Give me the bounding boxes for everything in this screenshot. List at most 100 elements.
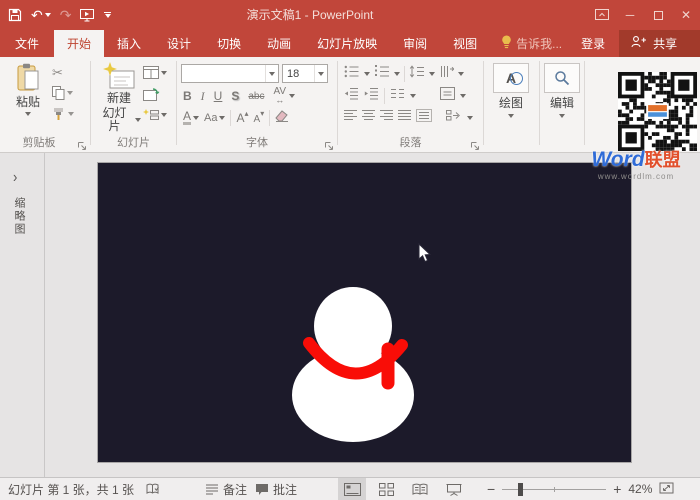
paste-dropdown-icon[interactable] <box>25 112 31 116</box>
font-color-button[interactable]: A <box>183 111 199 125</box>
zoom-slider-handle[interactable] <box>518 483 523 496</box>
paragraph-dialog-launcher[interactable] <box>470 138 480 148</box>
drawing-icon: A <box>493 63 529 93</box>
bullets-button[interactable] <box>344 65 360 83</box>
clipboard-group-label: 剪贴板 <box>0 134 78 150</box>
sign-in-button[interactable]: 登录 <box>571 30 615 57</box>
editing-group-button[interactable]: 编辑 <box>544 63 580 118</box>
tell-me-box[interactable]: 告诉我... <box>492 30 571 57</box>
italic-button[interactable]: I <box>201 89 205 104</box>
zoom-slider[interactable] <box>502 489 606 490</box>
thumbnails-pane-label[interactable]: 缩略图 <box>11 197 27 236</box>
status-bar: 幻灯片 第 1 张，共 1 张 备注 批注 <box>0 477 700 500</box>
spellcheck-button[interactable] <box>146 478 161 500</box>
change-case-button[interactable]: Aa <box>204 112 225 124</box>
undo-dropdown-icon[interactable] <box>45 13 51 17</box>
line-spacing-button[interactable] <box>409 65 425 83</box>
cut-button[interactable]: ✂ <box>52 65 63 81</box>
reading-view-button[interactable] <box>406 478 434 500</box>
undo-icon: ↶ <box>31 8 43 22</box>
ribbon-display-options-button[interactable] <box>588 0 616 30</box>
tab-animations[interactable]: 动画 <box>254 30 304 57</box>
distribute-button[interactable] <box>416 109 432 127</box>
zoom-in-button[interactable]: + <box>613 481 621 497</box>
pane-divider[interactable] <box>44 153 45 477</box>
normal-view-button[interactable] <box>338 478 366 500</box>
bold-button[interactable]: B <box>183 89 192 103</box>
new-slide-icon <box>103 62 135 90</box>
slideshow-view-button[interactable] <box>440 478 468 500</box>
tell-me-label: 告诉我... <box>516 35 562 52</box>
spellcheck-icon <box>146 483 161 496</box>
window-controls: ─ ✕ <box>588 0 700 30</box>
layout-button[interactable] <box>143 66 167 79</box>
fit-to-window-button[interactable] <box>659 481 674 498</box>
reset-button[interactable] <box>143 88 160 102</box>
redo-button[interactable]: ↷ <box>60 8 72 22</box>
format-painter-button[interactable] <box>52 107 74 121</box>
align-text-button[interactable] <box>440 87 455 105</box>
align-center-button[interactable] <box>362 109 376 127</box>
columns-button[interactable] <box>390 87 405 105</box>
close-button[interactable]: ✕ <box>672 0 700 30</box>
paste-button[interactable]: 粘贴 <box>10 63 46 116</box>
strikethrough-button[interactable]: abc <box>248 91 264 102</box>
decrease-indent-button[interactable] <box>344 87 359 105</box>
copy-button[interactable] <box>52 86 73 100</box>
customize-qat-button[interactable] <box>104 12 111 18</box>
tab-view[interactable]: 视图 <box>440 30 490 57</box>
minimize-button[interactable]: ─ <box>616 0 644 30</box>
slides-group-label: 幻灯片 <box>91 134 176 150</box>
font-dialog-launcher[interactable] <box>324 138 334 148</box>
slide-canvas[interactable] <box>97 162 632 463</box>
expand-thumbnails-icon[interactable]: › <box>13 168 17 186</box>
drawing-group-button[interactable]: A 绘图 <box>493 63 529 118</box>
share-button[interactable]: 共享 <box>619 30 700 57</box>
format-painter-icon <box>52 107 66 121</box>
tab-review[interactable]: 审阅 <box>390 30 440 57</box>
character-spacing-button[interactable]: AV ↔ <box>273 88 286 104</box>
font-name-combo[interactable] <box>181 64 279 83</box>
zoom-out-button[interactable]: − <box>487 481 495 497</box>
slide-sorter-view-button[interactable] <box>372 478 400 500</box>
text-direction-button[interactable] <box>439 65 454 83</box>
font-size-combo[interactable]: 18 <box>282 64 328 83</box>
section-button[interactable] <box>143 109 167 121</box>
group-slides: 新建 幻灯片 幻灯片 <box>91 57 176 152</box>
quick-access-toolbar: ↶ ↷ <box>8 0 111 30</box>
tab-home[interactable]: 开始 <box>54 30 104 57</box>
save-icon[interactable] <box>8 8 22 22</box>
shrink-font-button[interactable]: A▾ <box>254 109 265 127</box>
start-slideshow-button[interactable] <box>80 8 95 22</box>
new-slide-button[interactable]: 新建 幻灯片 <box>97 62 141 133</box>
numbering-button[interactable] <box>374 65 390 83</box>
tab-design[interactable]: 设计 <box>154 30 204 57</box>
mouse-cursor <box>418 243 434 270</box>
text-shadow-button[interactable]: S <box>231 89 239 103</box>
watermark-brand-cn: 联盟 <box>645 150 681 170</box>
new-slide-label-2: 幻灯片 <box>97 107 141 133</box>
align-left-button[interactable] <box>344 109 358 127</box>
justify-button[interactable] <box>398 109 412 127</box>
maximize-button[interactable] <box>644 0 672 30</box>
group-font: 18 B I U S abc AV ↔ A Aa <box>177 57 337 152</box>
font-name-dropdown-icon[interactable] <box>265 65 278 82</box>
zoom-percentage[interactable]: 42% <box>628 482 652 496</box>
font-size-dropdown-icon[interactable] <box>314 65 327 82</box>
tab-file[interactable]: 文件 <box>0 30 54 57</box>
clear-formatting-button[interactable] <box>275 109 289 127</box>
clipboard-icon <box>15 63 41 93</box>
notes-toggle[interactable]: 备注 <box>205 478 247 500</box>
tab-slideshow[interactable]: 幻灯片放映 <box>304 30 390 57</box>
tab-transitions[interactable]: 切换 <box>204 30 254 57</box>
comments-toggle[interactable]: 批注 <box>255 478 297 500</box>
tab-insert[interactable]: 插入 <box>104 30 154 57</box>
underline-button[interactable]: U <box>214 89 223 103</box>
grow-font-button[interactable]: A▴ <box>236 109 248 127</box>
undo-button[interactable]: ↶ <box>31 8 51 22</box>
character-spacing-dropdown-icon[interactable] <box>289 94 295 98</box>
increase-indent-button[interactable] <box>364 87 379 105</box>
align-right-button[interactable] <box>380 109 394 127</box>
clipboard-dialog-launcher[interactable] <box>77 138 87 148</box>
convert-smartart-button[interactable] <box>446 109 463 127</box>
